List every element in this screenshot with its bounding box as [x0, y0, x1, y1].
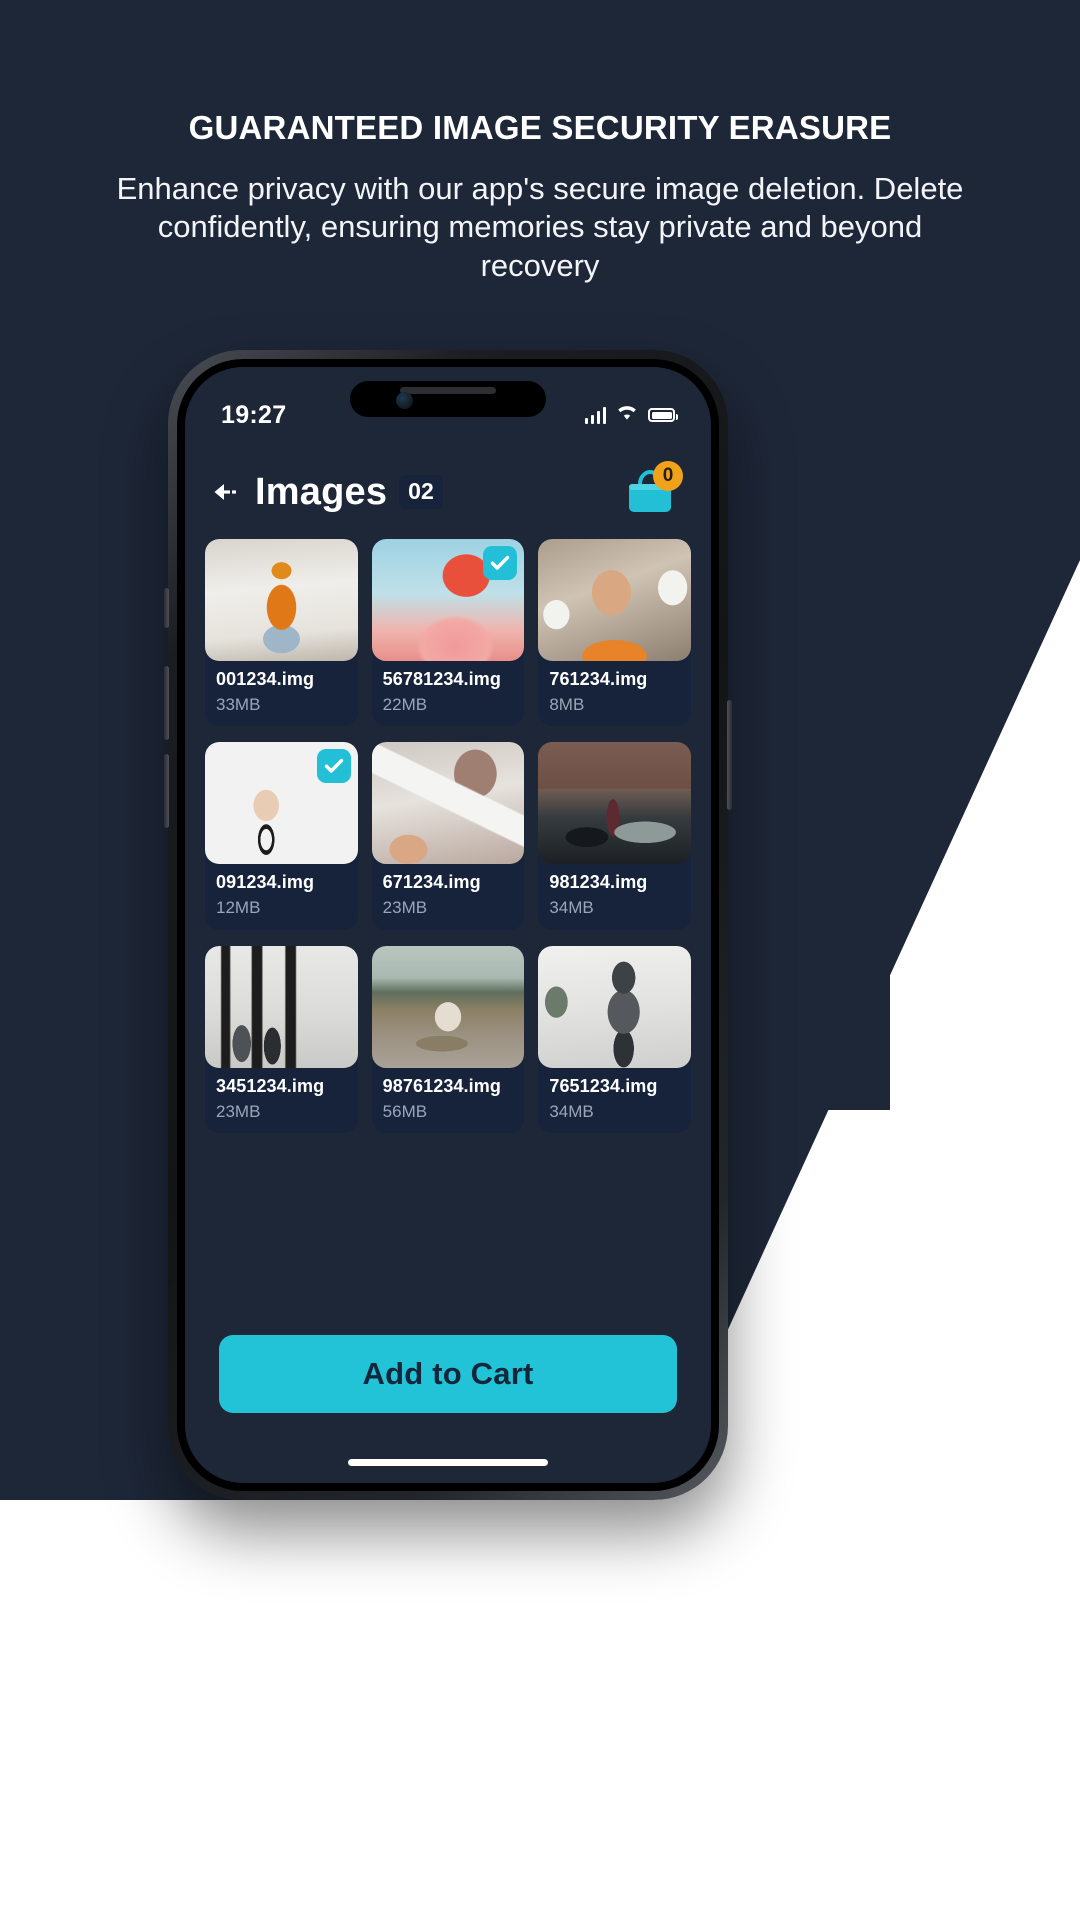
- image-meta: 671234.img 23MB: [372, 864, 525, 929]
- image-thumbnail[interactable]: [538, 945, 691, 1068]
- phone-notch: [350, 381, 546, 417]
- cart-button[interactable]: 0: [623, 461, 683, 517]
- check-icon[interactable]: [483, 546, 518, 580]
- power-button[interactable]: [727, 700, 732, 810]
- shopping-bag-icon: [623, 469, 679, 521]
- image-meta: 981234.img 34MB: [538, 864, 691, 929]
- image-thumbnail[interactable]: [205, 742, 358, 865]
- back-arrow-icon[interactable]: [209, 475, 243, 509]
- phone-mockup: 19:27 Images 02 0 001234.img 33MB 567812…: [164, 350, 732, 1500]
- image-tile[interactable]: 001234.img 33MB: [205, 539, 358, 727]
- image-meta: 091234.img 12MB: [205, 864, 358, 929]
- status-icon-group: [584, 404, 678, 426]
- promo-headline: GUARANTEED IMAGE SECURITY ERASURE: [188, 109, 892, 146]
- image-filesize: 34MB: [549, 1101, 594, 1121]
- image-filesize: 33MB: [216, 694, 261, 714]
- image-tile[interactable]: 7651234.img 34MB: [538, 945, 691, 1134]
- art-gallery-photo: [205, 945, 358, 1068]
- image-thumbnail[interactable]: [371, 945, 525, 1068]
- image-tile[interactable]: 091234.img 12MB: [205, 742, 358, 930]
- image-grid: 001234.img 33MB 56781234.img 22MB 761234.img…: [205, 539, 691, 1134]
- graduate-with-car-photo: [538, 742, 691, 865]
- fashion-portrait-photo: [538, 945, 691, 1068]
- image-filesize: 12MB: [216, 898, 261, 918]
- image-tile[interactable]: 56781234.img 22MB: [371, 539, 525, 727]
- image-filename: 7651234.img: [549, 1075, 658, 1096]
- wifi-icon: [616, 404, 638, 426]
- image-meta: 56781234.img 22MB: [372, 661, 525, 726]
- image-thumbnail[interactable]: [538, 539, 691, 661]
- image-tile[interactable]: 761234.img 8MB: [538, 539, 691, 727]
- cart-count-badge: 0: [653, 461, 683, 491]
- image-filesize: 22MB: [382, 694, 428, 714]
- promo-page: GUARANTEED IMAGE SECURITY ERASURE Enhanc…: [0, 0, 1080, 1920]
- cellular-bars-icon: [584, 406, 606, 424]
- promo-subheadline: Enhance privacy with our app's secure im…: [116, 170, 964, 284]
- image-meta: 98761234.img 56MB: [372, 1068, 525, 1133]
- image-filesize: 34MB: [549, 898, 594, 918]
- image-thumbnail[interactable]: [205, 539, 358, 661]
- image-filename: 761234.img: [549, 669, 648, 689]
- status-clock: 19:27: [221, 400, 287, 429]
- image-tile[interactable]: 671234.img 23MB: [371, 742, 525, 930]
- phone-screen: 19:27 Images 02 0 001234.img 33MB 567812…: [185, 367, 711, 1483]
- image-tile[interactable]: 981234.img 34MB: [538, 742, 691, 930]
- image-filename: 091234.img: [216, 872, 315, 893]
- title-row: Images 02: [255, 471, 443, 514]
- image-meta: 3451234.img 23MB: [205, 1068, 358, 1133]
- woman-in-snow-photo: [205, 539, 358, 661]
- image-thumbnail[interactable]: [205, 945, 358, 1068]
- image-thumbnail[interactable]: [538, 742, 691, 865]
- volume-up-button[interactable]: [164, 666, 169, 740]
- man-on-road-photo: [371, 945, 525, 1068]
- battery-full-icon: [648, 408, 678, 422]
- image-thumbnail[interactable]: [371, 539, 525, 661]
- image-filename: 3451234.img: [216, 1075, 325, 1096]
- image-tile[interactable]: 3451234.img 23MB: [205, 945, 358, 1134]
- volume-down-button[interactable]: [164, 754, 169, 828]
- promo-text-block: GUARANTEED IMAGE SECURITY ERASURE Enhanc…: [0, 108, 1080, 286]
- image-filename: 981234.img: [549, 872, 648, 893]
- image-filesize: 23MB: [216, 1101, 261, 1121]
- image-filename: 56781234.img: [382, 669, 501, 689]
- image-filesize: 56MB: [382, 1101, 428, 1121]
- home-indicator[interactable]: [348, 1459, 548, 1466]
- mute-switch[interactable]: [164, 588, 169, 628]
- app-header: Images 02 0: [185, 457, 711, 527]
- front-camera-icon: [396, 392, 413, 409]
- image-filename: 671234.img: [382, 872, 481, 893]
- image-meta: 7651234.img 34MB: [538, 1068, 691, 1133]
- image-tile[interactable]: 98761234.img 56MB: [371, 945, 525, 1134]
- image-filename: 98761234.img: [382, 1075, 501, 1096]
- image-thumbnail[interactable]: [371, 742, 525, 865]
- earpiece-speaker: [400, 387, 496, 394]
- check-icon[interactable]: [316, 749, 351, 784]
- child-dentist-photo: [538, 539, 691, 661]
- image-meta: 001234.img 33MB: [205, 661, 358, 726]
- page-title: Images: [255, 470, 388, 513]
- selected-count-badge: 02: [399, 475, 443, 509]
- image-filesize: 23MB: [382, 898, 428, 918]
- image-filesize: 8MB: [549, 694, 585, 714]
- add-to-cart-label: Add to Cart: [362, 1356, 534, 1391]
- image-meta: 761234.img 8MB: [538, 661, 691, 726]
- add-to-cart-button[interactable]: Add to Cart: [219, 1335, 677, 1413]
- polaroid-prints-photo: [371, 742, 525, 865]
- image-filename: 001234.img: [216, 669, 315, 689]
